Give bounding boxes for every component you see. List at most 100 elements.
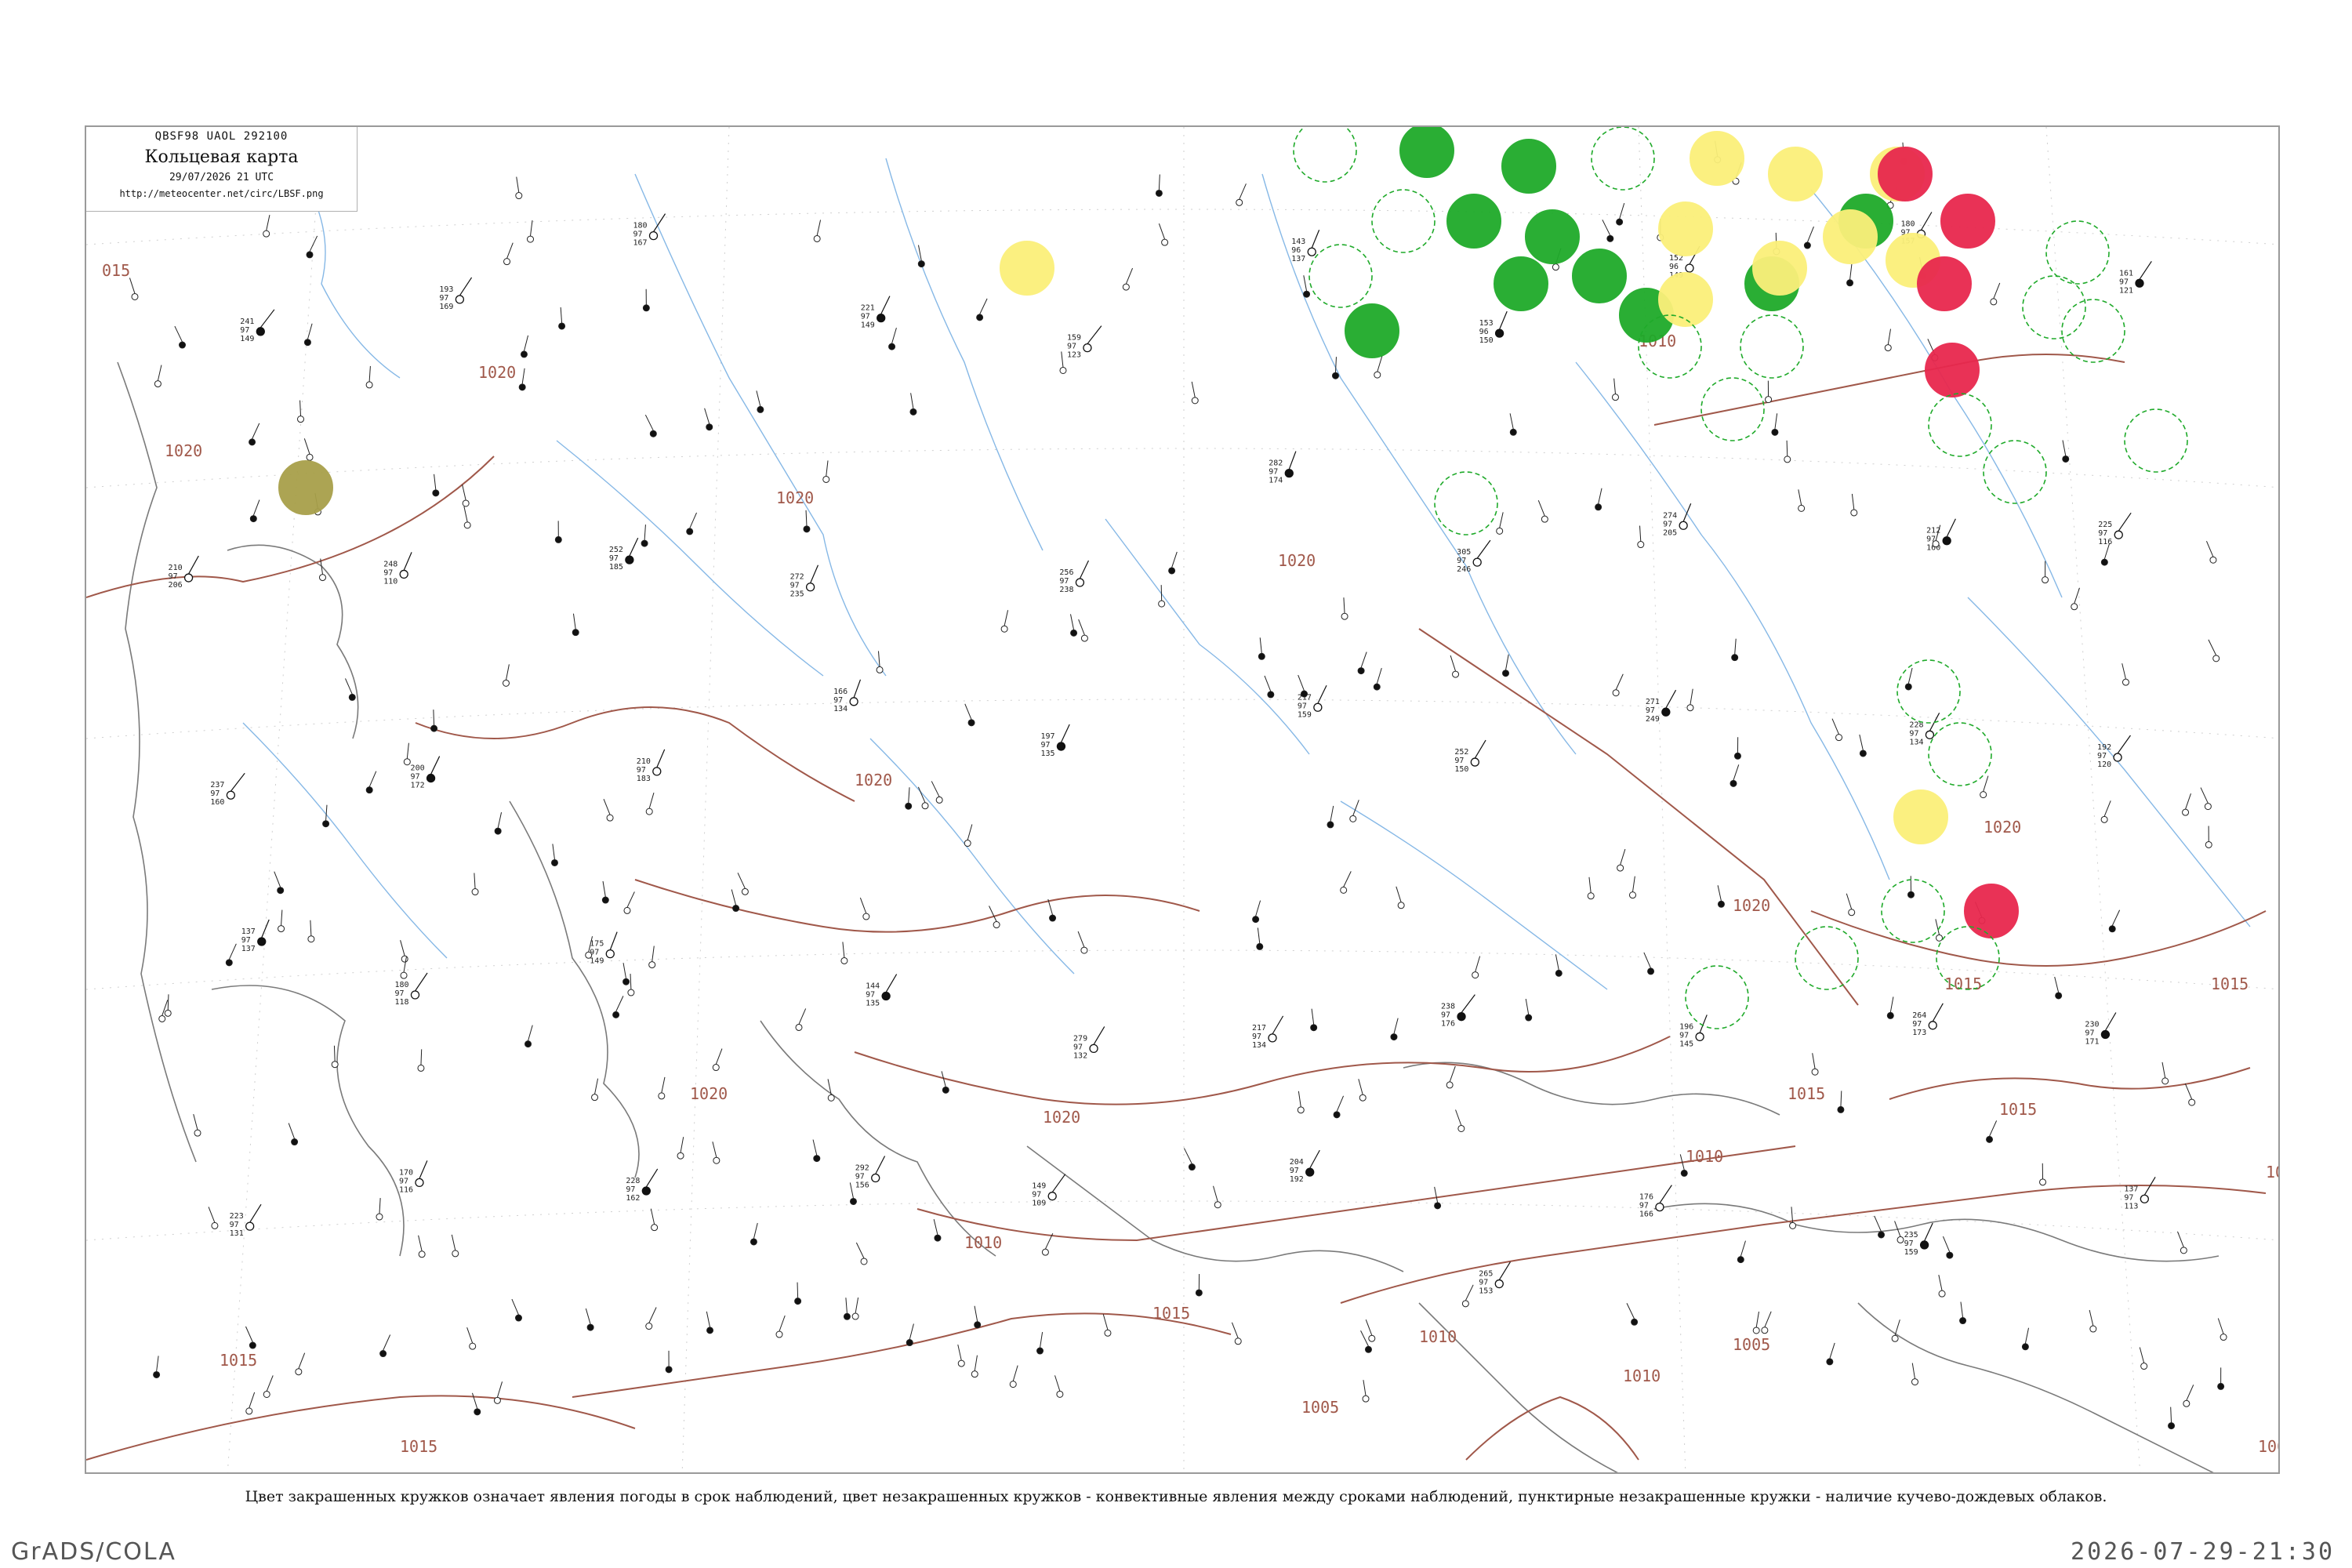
station-value: 97 xyxy=(1646,706,1655,715)
wind-barb xyxy=(917,786,926,803)
station-circle xyxy=(1195,1289,1203,1297)
station-mark xyxy=(931,781,943,804)
station-mark xyxy=(1911,1363,1918,1386)
station-circle xyxy=(905,802,913,810)
wind-barb xyxy=(1040,1331,1044,1348)
wind-barb xyxy=(689,512,697,529)
station-circle xyxy=(1161,238,1169,246)
wind-barb xyxy=(497,811,503,829)
station-circle xyxy=(612,1011,620,1018)
station-circle xyxy=(225,959,233,967)
station-circle xyxy=(1525,1014,1533,1022)
station-value: 235 xyxy=(790,590,804,599)
station-value: 97 xyxy=(411,773,420,782)
map-url: http://meteocenter.net/circ/LBSF.png xyxy=(119,188,324,199)
station-mark xyxy=(1731,638,1739,662)
wind-barb xyxy=(1393,1018,1399,1034)
wind-barb xyxy=(2208,639,2217,656)
station-mark xyxy=(591,1078,599,1102)
station-value: 97 xyxy=(2097,752,2107,760)
station-value: 96 xyxy=(1479,328,1489,336)
render-timestamp: 2026-07-29-21:30 xyxy=(2071,1538,2335,1566)
isobar-label: 1010 xyxy=(1623,1367,1661,1385)
weather-circle-filled xyxy=(1000,241,1054,296)
station-value: 256 xyxy=(1059,568,1073,577)
wind-barb xyxy=(1455,1109,1462,1126)
station-mark xyxy=(686,512,697,535)
station-value: 149 xyxy=(240,335,254,343)
wind-barb xyxy=(615,996,624,1012)
station-circle xyxy=(245,1221,255,1231)
station-mark xyxy=(941,1071,949,1094)
wind-barb xyxy=(1938,1275,1943,1291)
wind-barb xyxy=(1734,638,1737,655)
station-mark xyxy=(855,1242,868,1265)
wind-barb xyxy=(1061,351,1064,368)
wind-barb xyxy=(1475,956,1481,972)
wind-barb xyxy=(1303,275,1308,292)
station-circle xyxy=(1080,634,1088,642)
station-circle xyxy=(1904,683,1912,691)
wind-barb xyxy=(414,972,428,992)
station-value: 97 xyxy=(1040,741,1050,750)
station-circle xyxy=(651,1224,659,1232)
station-plot: 19397169 xyxy=(439,277,473,311)
weather-circle-filled xyxy=(1878,147,1933,201)
station-value: 185 xyxy=(609,563,623,572)
wind-barb xyxy=(2186,1385,2194,1401)
isobar-label: 1020 xyxy=(1733,896,1770,915)
station-circle xyxy=(1606,234,1614,242)
weather-circle-filled xyxy=(1917,256,1972,311)
station-circle xyxy=(131,292,139,300)
station-circle xyxy=(1928,1021,1937,1030)
station-mark xyxy=(1078,619,1088,642)
station-mark xyxy=(306,235,318,259)
wind-barb xyxy=(1298,674,1305,691)
station-mark xyxy=(1396,886,1405,909)
map-datetime: 29/07/2026 21 UTC xyxy=(169,172,274,183)
station-plot: 23797160 xyxy=(210,772,245,807)
station-circle xyxy=(605,949,615,959)
station-circle xyxy=(2071,603,2078,611)
station-value: 217 xyxy=(1252,1024,1266,1033)
station-value: 97 xyxy=(861,313,870,321)
wind-barb xyxy=(2170,1406,2172,1423)
station-mark xyxy=(1183,1148,1196,1171)
station-value: 282 xyxy=(1269,459,1283,468)
isobar-label: 1005 xyxy=(1301,1398,1339,1417)
station-value: 149 xyxy=(861,321,875,330)
station-circle xyxy=(712,1064,720,1072)
station-circle xyxy=(1733,752,1741,760)
station-circle xyxy=(2183,1399,2190,1407)
wind-barb xyxy=(462,484,466,501)
wind-barb xyxy=(474,873,476,889)
station-mark xyxy=(1252,900,1261,924)
station-circle xyxy=(1349,815,1357,822)
wind-barb xyxy=(979,298,988,315)
station-mark xyxy=(154,365,162,388)
wind-barb xyxy=(603,798,611,815)
wind-barb xyxy=(252,499,260,516)
wind-barb xyxy=(463,506,468,522)
wind-barb xyxy=(656,749,666,768)
wind-barb xyxy=(1755,1311,1759,1328)
station-circle xyxy=(194,1129,201,1137)
station-value: 223 xyxy=(230,1212,244,1221)
station-circle xyxy=(1628,891,1636,899)
station-circle xyxy=(1752,1327,1760,1334)
station-circle xyxy=(1364,1345,1372,1353)
station-circle xyxy=(1811,1068,1819,1076)
station-circle xyxy=(1368,1334,1376,1342)
station-circle xyxy=(843,1312,851,1320)
station-mark xyxy=(909,393,917,416)
wind-barb xyxy=(845,1298,848,1314)
station-value: 97 xyxy=(855,1173,865,1181)
station-mark xyxy=(1362,1380,1370,1403)
wind-barb xyxy=(188,555,199,575)
weather-circle-filled xyxy=(1446,194,1501,249)
weather-circle-filled xyxy=(1964,884,2019,938)
station-plot: 20497192 xyxy=(1290,1149,1320,1184)
station-circle xyxy=(1041,1248,1049,1256)
station-circle xyxy=(1886,1011,1894,1019)
station-circle xyxy=(418,1250,426,1258)
